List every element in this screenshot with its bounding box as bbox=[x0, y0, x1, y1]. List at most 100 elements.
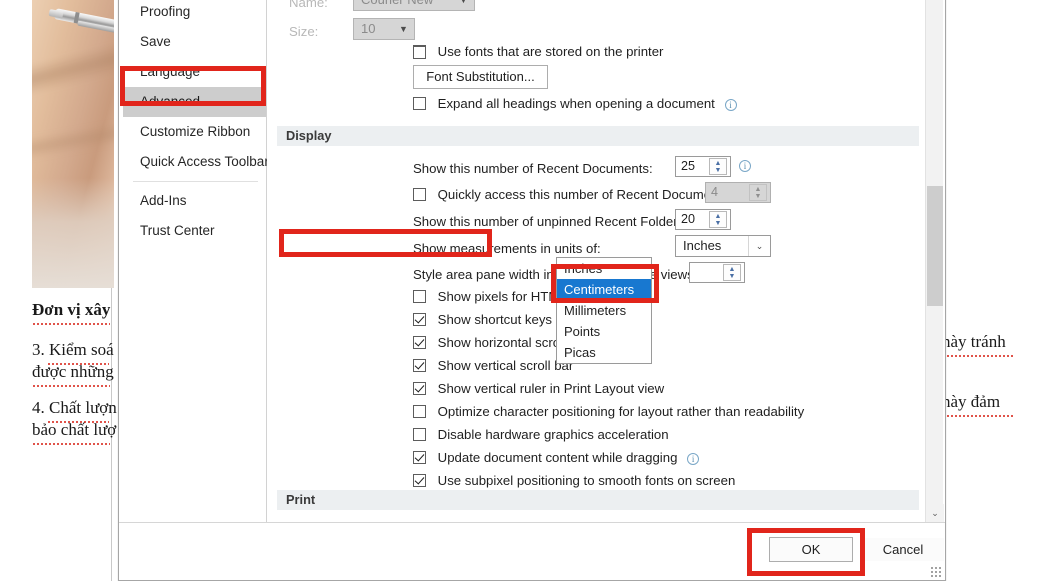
doc-right-line-2: này đảm bbox=[942, 392, 1001, 411]
sidebar-item-language[interactable]: Language bbox=[123, 57, 266, 87]
optimize-positioning-checkbox[interactable] bbox=[413, 405, 426, 418]
stepper-buttons[interactable]: ▲ ▼ bbox=[723, 264, 741, 281]
printer-font-name-value: Courier New bbox=[361, 0, 433, 7]
vertical-scroll-label: Show vertical scroll bar bbox=[437, 358, 574, 373]
cb-disable-hw-accel-row[interactable]: Disable hardware graphics acceleration bbox=[413, 427, 669, 442]
show-pixels-html-checkbox[interactable] bbox=[413, 290, 426, 303]
subpixel-positioning-checkbox[interactable] bbox=[413, 474, 426, 487]
style-area-pane-stepper[interactable]: ▲ ▼ bbox=[689, 262, 745, 283]
chevron-down-icon: ▼ bbox=[392, 19, 414, 39]
optimize-positioning-label: Optimize character positioning for layou… bbox=[437, 404, 805, 419]
dropdown-option-millimeters[interactable]: Millimeters bbox=[557, 300, 651, 321]
spellcheck-squiggle bbox=[942, 353, 1014, 357]
stepper-buttons[interactable]: ▲ ▼ bbox=[709, 158, 727, 175]
info-icon[interactable]: i bbox=[724, 99, 737, 111]
photo-paper-area bbox=[32, 178, 114, 288]
measurement-units-label: Show measurements in units of: bbox=[413, 241, 601, 256]
recent-documents-value: 25 bbox=[681, 159, 696, 173]
spellcheck-squiggle bbox=[942, 413, 1014, 417]
printer-font-name-label: Name: bbox=[289, 0, 328, 10]
font-substitution-button[interactable]: Font Substitution... bbox=[413, 65, 548, 89]
dropdown-option-inches[interactable]: Inches bbox=[557, 258, 651, 279]
quick-access-recent-checkbox[interactable] bbox=[413, 188, 426, 201]
disable-hw-accel-checkbox[interactable] bbox=[413, 428, 426, 441]
expand-headings-checkbox[interactable] bbox=[413, 97, 426, 110]
unpinned-folders-label: Show this number of unpinned Recent Fold… bbox=[413, 214, 688, 229]
measurement-units-value: Inches bbox=[683, 238, 722, 253]
cb-update-while-dragging-row[interactable]: Update document content while dragging i bbox=[413, 450, 700, 465]
scrollbar-thumb[interactable] bbox=[927, 186, 943, 306]
measurement-units-dropdown[interactable]: Inches Centimeters Millimeters Points Pi… bbox=[556, 257, 652, 364]
update-while-dragging-label: Update document content while dragging bbox=[437, 450, 678, 465]
spellcheck-squiggle bbox=[32, 321, 110, 325]
cb-optimize-positioning-row[interactable]: Optimize character positioning for layou… bbox=[413, 404, 804, 419]
quick-access-recent-row[interactable]: Quickly access this number of Recent Doc… bbox=[413, 187, 732, 202]
use-printer-fonts-row[interactable]: Use fonts that are stored on the printer bbox=[413, 44, 663, 59]
doc-right-line-1: này tránh bbox=[942, 332, 1006, 351]
cb-vertical-scroll-row[interactable]: Show vertical scroll bar bbox=[413, 358, 573, 373]
stepper-down-icon[interactable]: ▼ bbox=[710, 166, 726, 174]
disable-hw-accel-label: Disable hardware graphics acceleration bbox=[437, 427, 669, 442]
vertical-scroll-checkbox[interactable] bbox=[413, 359, 426, 372]
use-printer-fonts-label: Use fonts that are stored on the printer bbox=[437, 44, 664, 59]
quick-access-recent-label: Quickly access this number of Recent Doc… bbox=[437, 187, 733, 202]
resize-grip-icon[interactable] bbox=[931, 567, 942, 578]
shortcut-keys-checkbox[interactable] bbox=[413, 313, 426, 326]
stepper-down-icon[interactable]: ▼ bbox=[710, 219, 726, 227]
options-sidebar: Proofing Save Language Advanced Customiz… bbox=[123, 0, 269, 522]
expand-headings-row[interactable]: Expand all headings when opening a docum… bbox=[413, 96, 737, 111]
ok-button[interactable]: OK bbox=[769, 537, 853, 562]
info-icon[interactable]: i bbox=[687, 453, 700, 465]
stepper-buttons: ▲ ▼ bbox=[749, 184, 767, 201]
chevron-down-icon: ▼ bbox=[452, 0, 474, 10]
use-printer-fonts-checkbox-visual[interactable] bbox=[413, 46, 426, 59]
doc-line-4b: bảo chất lượ bbox=[32, 420, 117, 439]
measurement-units-combo[interactable]: Inches ⌄ bbox=[675, 235, 771, 257]
sidebar-item-advanced[interactable]: Advanced bbox=[123, 87, 266, 117]
stepper-down-icon: ▼ bbox=[754, 192, 762, 200]
quick-access-recent-stepper: 4 ▲ ▼ bbox=[705, 182, 771, 203]
unpinned-folders-value: 20 bbox=[681, 212, 696, 226]
sidebar-item-proofing[interactable]: Proofing bbox=[123, 0, 266, 27]
vertical-ruler-checkbox[interactable] bbox=[413, 382, 426, 395]
expand-headings-label: Expand all headings when opening a docum… bbox=[437, 96, 715, 111]
horizontal-scroll-checkbox[interactable] bbox=[413, 336, 426, 349]
cb-vertical-ruler-row[interactable]: Show vertical ruler in Print Layout view bbox=[413, 381, 664, 396]
chevron-down-icon[interactable]: ⌄ bbox=[748, 236, 770, 256]
stepper-down-icon[interactable]: ▼ bbox=[724, 272, 740, 280]
recent-documents-stepper[interactable]: 25 ▲ ▼ bbox=[675, 156, 731, 177]
sidebar-item-quick-access-toolbar[interactable]: Quick Access Toolbar bbox=[123, 147, 269, 177]
spellcheck-squiggle bbox=[32, 383, 110, 387]
doc-line-4a: 4. Chất lượn bbox=[32, 398, 117, 417]
dropdown-option-picas[interactable]: Picas bbox=[557, 342, 651, 363]
sidebar-item-add-ins[interactable]: Add-Ins bbox=[123, 186, 266, 216]
spellcheck-squiggle bbox=[32, 441, 110, 445]
quick-access-recent-value: 4 bbox=[711, 185, 719, 199]
sidebar-item-customize-ribbon[interactable]: Customize Ribbon bbox=[123, 117, 266, 147]
doc-line-3b: được những bbox=[32, 362, 114, 381]
scroll-down-arrow-icon[interactable]: ⌄ bbox=[926, 504, 944, 522]
recent-documents-label: Show this number of Recent Documents: bbox=[413, 161, 653, 176]
cancel-button[interactable]: Cancel bbox=[861, 537, 945, 562]
dialog-footer: OK Cancel bbox=[119, 522, 945, 580]
dropdown-option-centimeters[interactable]: Centimeters bbox=[557, 279, 651, 300]
vertical-ruler-label: Show vertical ruler in Print Layout view bbox=[437, 381, 665, 396]
update-while-dragging-checkbox[interactable] bbox=[413, 451, 426, 464]
doc-line-heading: Đơn vị xây bbox=[32, 300, 111, 319]
printer-font-size-value: 10 bbox=[361, 21, 376, 36]
info-icon[interactable]: i bbox=[739, 160, 751, 172]
printer-font-size-label: Size: bbox=[289, 24, 319, 39]
sidebar-item-trust-center[interactable]: Trust Center bbox=[123, 216, 266, 246]
cb-subpixel-positioning-row[interactable]: Use subpixel positioning to smooth fonts… bbox=[413, 473, 735, 488]
sidebar-item-save[interactable]: Save bbox=[123, 27, 266, 57]
stepper-buttons[interactable]: ▲ ▼ bbox=[709, 211, 727, 228]
display-group-header: Display bbox=[277, 126, 919, 146]
unpinned-folders-stepper[interactable]: 20 ▲ ▼ bbox=[675, 209, 731, 230]
dropdown-option-points[interactable]: Points bbox=[557, 321, 651, 342]
subpixel-positioning-label: Use subpixel positioning to smooth fonts… bbox=[437, 473, 736, 488]
printer-font-name-combo[interactable]: Courier New ▼ bbox=[353, 0, 475, 11]
options-pane-scrollbar[interactable]: ⌃ ⌄ bbox=[925, 0, 944, 522]
sidebar-divider bbox=[133, 181, 258, 182]
word-options-dialog: Proofing Save Language Advanced Customiz… bbox=[118, 0, 946, 581]
printer-font-size-combo[interactable]: 10 ▼ bbox=[353, 18, 415, 40]
